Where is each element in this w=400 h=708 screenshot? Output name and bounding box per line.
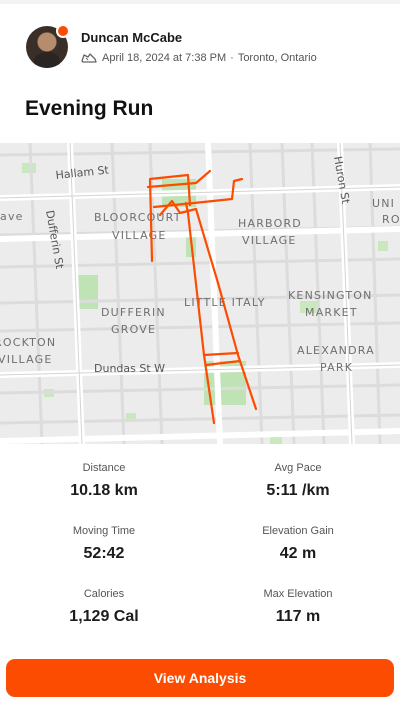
activity-date: April 18, 2024 at 7:38 PM bbox=[102, 52, 227, 64]
park bbox=[378, 241, 388, 251]
map-area-label: VILLAGE bbox=[0, 353, 52, 366]
map-area-label: ALEXANDRA bbox=[297, 344, 375, 357]
map-street-label: Dundas St W bbox=[94, 362, 165, 375]
map-area-label: RO bbox=[382, 213, 400, 226]
park bbox=[270, 437, 282, 444]
activity-title[interactable]: Evening Run bbox=[25, 97, 153, 121]
stat-moving-time: Moving Time 52:42 bbox=[4, 525, 204, 563]
stat-value: 42 m bbox=[279, 545, 317, 562]
park bbox=[22, 163, 36, 173]
map-area-label: BLOORCOURT bbox=[94, 211, 182, 224]
stat-calories: Calories 1,129 Cal bbox=[4, 588, 204, 626]
map-area-label: GROVE bbox=[111, 323, 156, 336]
stat-max-elevation: Max Elevation 117 m bbox=[198, 588, 398, 626]
meta-separator: · bbox=[230, 52, 234, 64]
shoe-icon bbox=[81, 53, 97, 63]
stat-elevation-gain: Elevation Gain 42 m bbox=[198, 525, 398, 563]
stat-label: Elevation Gain bbox=[262, 525, 334, 537]
stat-value: 117 m bbox=[275, 608, 321, 625]
subscriber-badge-icon bbox=[56, 24, 70, 38]
map-area-label: UNI bbox=[372, 197, 395, 210]
stat-value: 1,129 Cal bbox=[69, 608, 139, 625]
map-canvas: BLOORCOURT VILLAGE HARBORD VILLAGE DUFFE… bbox=[0, 143, 400, 444]
map-area-label: PARK bbox=[320, 361, 353, 374]
stat-label: Distance bbox=[82, 462, 126, 474]
activity-header: Duncan McCabe April 18, 2024 at 7:38 PM … bbox=[26, 24, 386, 74]
map-area-label: HARBORD bbox=[238, 217, 302, 230]
map-area-label: KENSINGTON bbox=[288, 289, 373, 302]
map-area-label: ave bbox=[0, 210, 24, 223]
stat-label: Moving Time bbox=[72, 525, 136, 537]
route-map[interactable]: BLOORCOURT VILLAGE HARBORD VILLAGE DUFFE… bbox=[0, 143, 400, 444]
stat-value: 5:11 /km bbox=[266, 482, 330, 499]
map-area-label: ROCKTON bbox=[0, 336, 56, 349]
stat-label: Calories bbox=[83, 588, 125, 600]
stat-value: 10.18 km bbox=[70, 482, 138, 499]
stat-label: Max Elevation bbox=[263, 588, 333, 600]
stat-label: Avg Pace bbox=[274, 462, 322, 474]
activity-location: Toronto, Ontario bbox=[237, 52, 317, 64]
map-area-label: MARKET bbox=[305, 306, 358, 319]
stat-avg-pace: Avg Pace 5:11 /km bbox=[198, 462, 398, 500]
stat-value: 52:42 bbox=[83, 545, 125, 562]
stat-distance: Distance 10.18 km bbox=[4, 462, 204, 500]
activity-meta: April 18, 2024 at 7:38 PM · Toronto, Ont… bbox=[81, 52, 317, 64]
view-analysis-button[interactable]: View Analysis bbox=[6, 659, 394, 697]
map-area-label: DUFFERIN bbox=[101, 306, 166, 319]
top-divider bbox=[0, 0, 400, 4]
map-area-label: VILLAGE bbox=[242, 234, 296, 247]
map-area-label: VILLAGE bbox=[112, 229, 166, 242]
athlete-name[interactable]: Duncan McCabe bbox=[81, 30, 182, 45]
